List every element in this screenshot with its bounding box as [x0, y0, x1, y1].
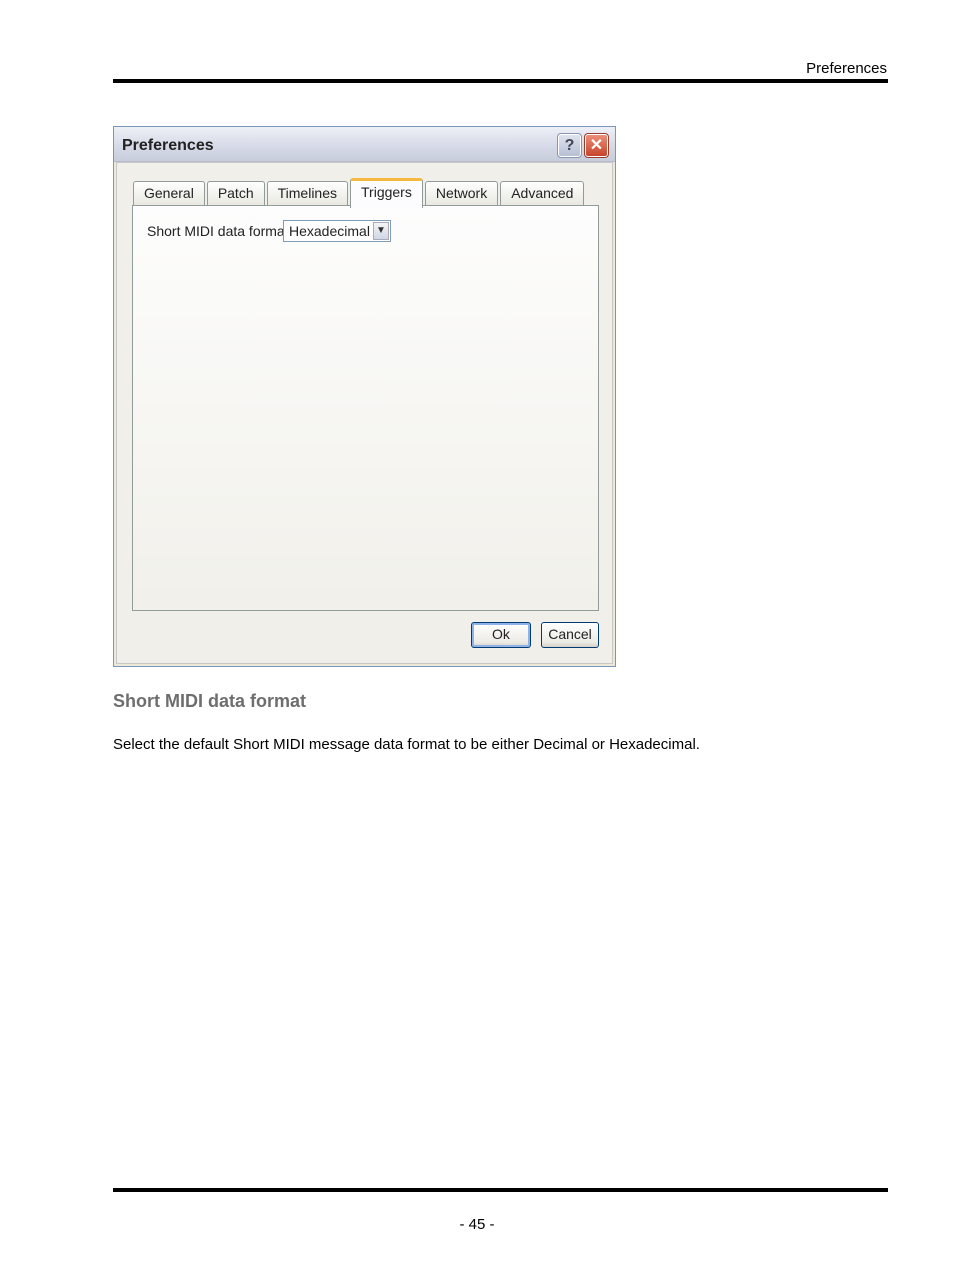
dialog-body: General Patch Timelines Triggers Network…	[116, 162, 613, 664]
section-heading: Short MIDI data format	[113, 691, 307, 711]
short-midi-format-select[interactable]: Hexadecimal ▼	[283, 220, 391, 242]
tab-timelines[interactable]: Timelines	[266, 181, 349, 206]
footer-rule	[113, 1188, 888, 1192]
tab-triggers[interactable]: Triggers	[350, 178, 423, 208]
short-midi-format-label: Short MIDI data format	[147, 223, 289, 239]
triggers-panel: Short MIDI data format Hexadecimal ▼	[132, 205, 599, 611]
tab-patch[interactable]: Patch	[206, 181, 265, 206]
close-icon[interactable]: ✕	[584, 133, 609, 158]
cancel-button[interactable]: Cancel	[541, 622, 599, 648]
chevron-down-icon[interactable]: ▼	[373, 222, 389, 240]
header-rule	[113, 79, 888, 83]
select-value: Hexadecimal	[289, 223, 370, 239]
ok-button[interactable]: Ok	[471, 622, 531, 648]
running-header: Preferences	[806, 60, 887, 77]
tab-advanced[interactable]: Advanced	[500, 181, 585, 206]
tab-network[interactable]: Network	[424, 181, 499, 206]
dialog-titlebar[interactable]: Preferences ? ✕	[114, 127, 615, 162]
dialog-title: Preferences	[122, 137, 214, 154]
help-icon[interactable]: ?	[557, 133, 582, 158]
section-body: Select the default Short MIDI message da…	[113, 736, 700, 753]
preferences-dialog: Preferences ? ✕ General Patch Timelines …	[113, 126, 616, 667]
page-number: - 45 -	[459, 1216, 495, 1233]
tab-general[interactable]: General	[133, 181, 205, 206]
tab-strip: General Patch Timelines Triggers Network…	[133, 178, 586, 208]
